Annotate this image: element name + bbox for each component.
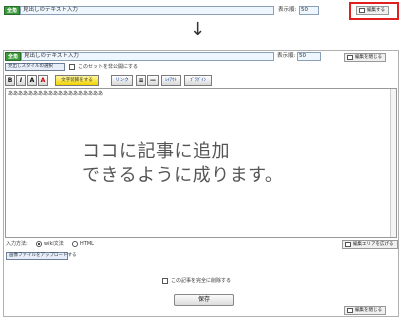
private-checkbox[interactable] bbox=[69, 64, 75, 70]
edit-icon bbox=[347, 308, 353, 313]
zenkaku-tag: 全角 bbox=[4, 6, 21, 15]
save-button[interactable]: 保存 bbox=[174, 294, 234, 306]
italic-button[interactable]: I bbox=[16, 75, 26, 86]
annotation-line-2: できるように成ります。 bbox=[82, 165, 284, 186]
heading-title-input[interactable]: 見出しのテキスト入力 bbox=[21, 52, 274, 61]
list-button[interactable]: ≡ bbox=[136, 75, 146, 86]
wiki-radio-label: wiki文法 bbox=[44, 241, 64, 247]
format-toolbar: B I A A 文字装飾をする リンク ≡ — ﾚｲｱｳﾄ ﾌﾞﾗｸﾞｲﾝ bbox=[5, 75, 397, 86]
annotation-line-1: ココに記事に追加 bbox=[82, 141, 230, 162]
down-arrow-icon: ↓ bbox=[190, 19, 206, 40]
input-method-label: 入力方法: bbox=[6, 241, 28, 247]
editor-scrollbar[interactable] bbox=[390, 89, 396, 237]
expand-area-button[interactable]: 編集エリアを広げる bbox=[342, 240, 398, 249]
editor-content: あああああああああああああああああああ bbox=[8, 91, 104, 97]
edit-icon bbox=[347, 55, 353, 60]
font-color-button[interactable]: A bbox=[38, 75, 48, 86]
article-body-textarea[interactable]: あああああああああああああああああああ ココに記事に追加 できるように成ります。 bbox=[5, 88, 397, 238]
image-upload-select[interactable]: 画像ファイルをアップロードする bbox=[6, 252, 77, 260]
order-label: 表示順: bbox=[277, 53, 296, 59]
highlight-box bbox=[349, 2, 399, 20]
html-radio[interactable] bbox=[72, 241, 78, 247]
heading-title-input[interactable]: 見出しのテキスト入力 bbox=[20, 6, 274, 15]
close-edit-bottom-button[interactable]: 編集を閉じる bbox=[344, 306, 386, 315]
delete-checkbox-label: この記事を完全に削除する bbox=[171, 278, 232, 284]
order-input[interactable]: 50 bbox=[297, 52, 321, 61]
font-size-button[interactable]: A bbox=[27, 75, 37, 86]
expand-icon bbox=[345, 242, 351, 247]
order-label: 表示順: bbox=[278, 7, 297, 13]
wiki-radio[interactable] bbox=[36, 241, 42, 247]
layout-button[interactable]: ﾚｲｱｳﾄ bbox=[161, 75, 181, 86]
link-button[interactable]: リンク bbox=[111, 75, 133, 86]
private-checkbox-label: このセットを非公開にする bbox=[78, 64, 139, 70]
horizontal-rule-button[interactable]: — bbox=[147, 75, 159, 86]
html-radio-label: HTML bbox=[80, 241, 94, 247]
expanded-editor-panel: 全角 見出しのテキスト入力 表示順: 50 編集を閉じる 見出しスタイルの選択 … bbox=[3, 50, 399, 317]
heading-style-select[interactable]: 見出しスタイルの選択 bbox=[5, 63, 65, 71]
plugin-button[interactable]: ﾌﾞﾗｸﾞｲﾝ bbox=[184, 75, 212, 86]
delete-checkbox[interactable] bbox=[162, 278, 168, 284]
input-method-row: 入力方法: wiki文法 HTML 編集エリアを広げる bbox=[6, 240, 398, 250]
close-edit-button[interactable]: 編集を閉じる bbox=[344, 53, 386, 62]
bold-button[interactable]: B bbox=[5, 75, 15, 86]
order-input[interactable]: 50 bbox=[299, 6, 319, 15]
collapsed-heading-row: 全角 見出しのテキスト入力 表示順: 50 編集する bbox=[4, 4, 397, 18]
zenkaku-tag: 全角 bbox=[5, 52, 22, 61]
text-decoration-button[interactable]: 文字装飾をする bbox=[55, 75, 99, 86]
